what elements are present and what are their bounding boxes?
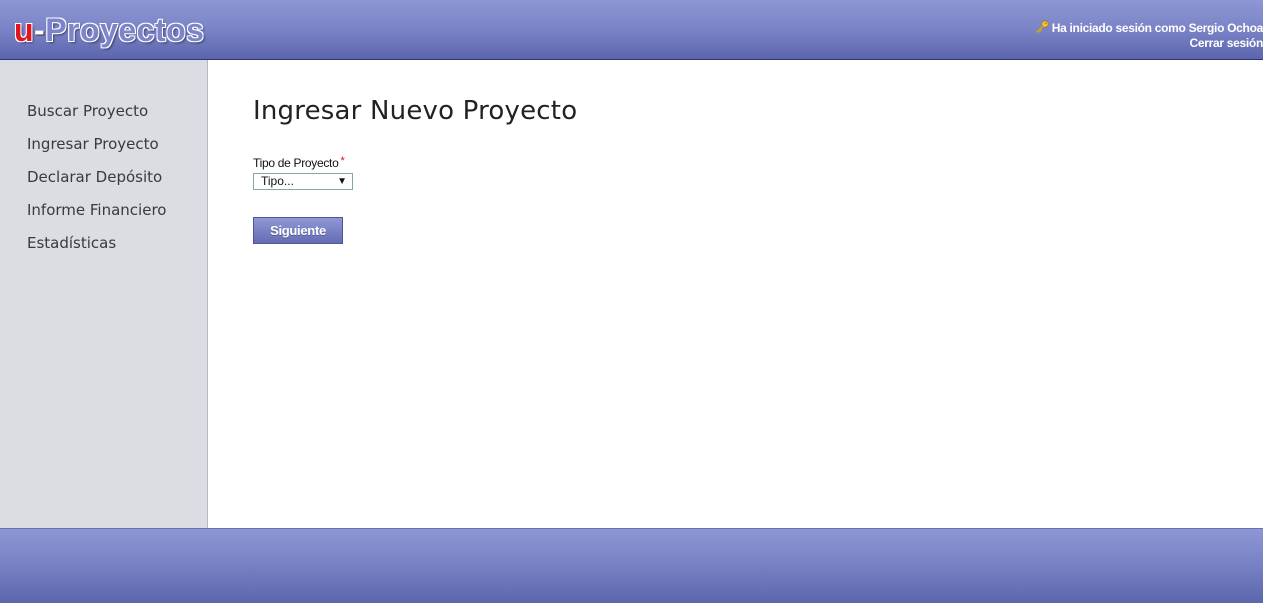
header-bar: u-Proyectos Ha iniciado sesión como Serg…: [0, 0, 1263, 60]
dropdown-arrow-icon: ▼: [337, 176, 347, 187]
logo-name: Proyectos: [45, 12, 205, 48]
logo-u: u: [14, 12, 35, 48]
footer-bar: [0, 528, 1263, 603]
sidebar-item-estadisticas[interactable]: Estadísticas: [27, 230, 207, 263]
sidebar-item-declarar-deposito[interactable]: Declarar Depósito: [27, 164, 207, 197]
sidebar-item-ingresar-proyecto[interactable]: Ingresar Proyecto: [27, 131, 207, 164]
session-line: Ha iniciado sesión como Sergio Ochoa: [1033, 20, 1263, 36]
sidebar: Buscar Proyecto Ingresar Proyecto Declar…: [0, 60, 208, 528]
project-type-label-text: Tipo de Proyecto: [253, 156, 339, 170]
session-info: Ha iniciado sesión como Sergio Ochoa Cer…: [1033, 20, 1263, 51]
page-title: Ingresar Nuevo Proyecto: [253, 96, 578, 126]
session-text: Ha iniciado sesión como Sergio Ochoa: [1051, 21, 1263, 35]
main-content: Ingresar Nuevo Proyecto Tipo de Proyecto…: [208, 60, 1263, 528]
key-icon: [1035, 20, 1049, 33]
project-type-label: Tipo de Proyecto *: [253, 155, 345, 170]
app-logo[interactable]: u-Proyectos: [14, 10, 204, 50]
logo-dash: -: [34, 12, 46, 48]
sidebar-item-buscar-proyecto[interactable]: Buscar Proyecto: [27, 98, 207, 131]
next-button[interactable]: Siguiente: [253, 217, 343, 244]
sidebar-menu: Buscar Proyecto Ingresar Proyecto Declar…: [0, 60, 207, 263]
project-type-select[interactable]: Tipo... ▼: [253, 173, 353, 190]
required-mark: *: [340, 155, 345, 167]
logout-link[interactable]: Cerrar sesión: [1033, 36, 1263, 51]
project-type-selected-value: Tipo...: [261, 174, 294, 188]
sidebar-item-informe-financiero[interactable]: Informe Financiero: [27, 197, 207, 230]
